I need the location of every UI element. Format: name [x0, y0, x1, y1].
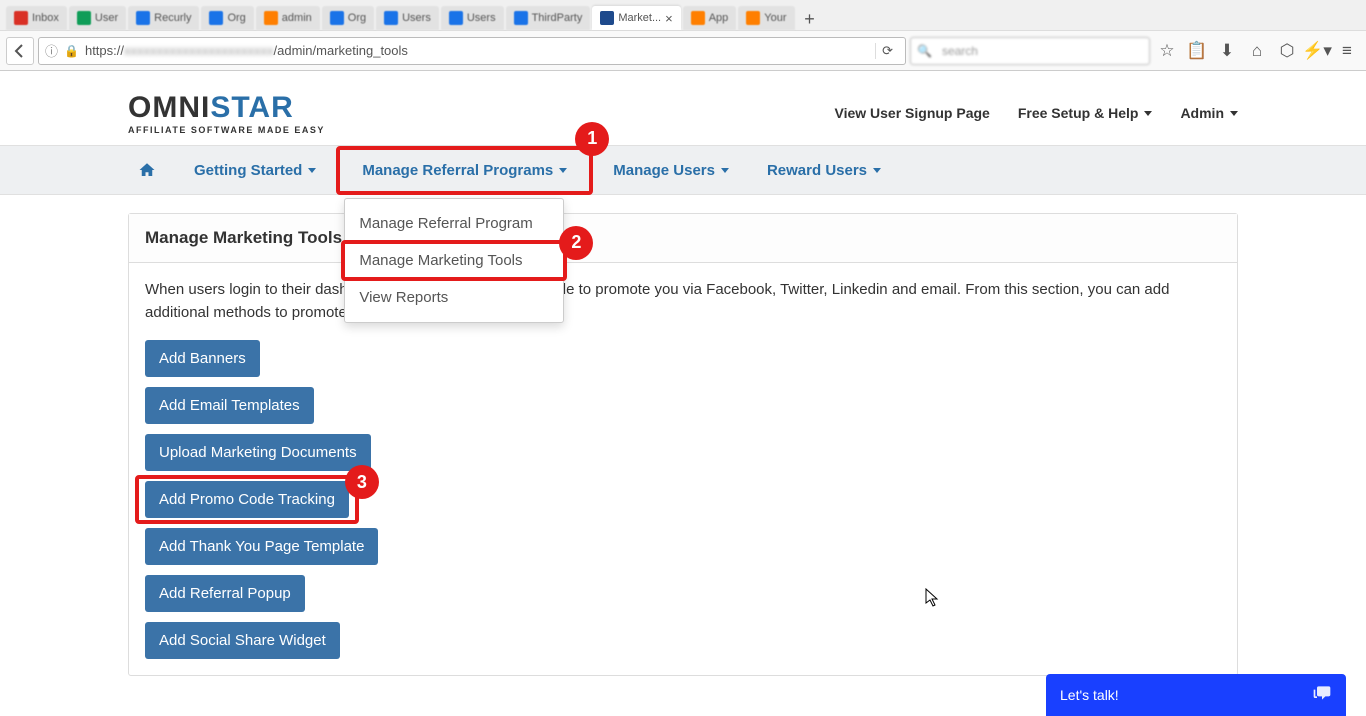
back-button[interactable] — [6, 37, 34, 65]
page-root: OMNISTAR AFFILIATE SOFTWARE MADE EASY Vi… — [0, 71, 1366, 676]
add-social-share-button[interactable]: Add Social Share Widget — [145, 622, 340, 659]
tab-favicon-icon — [77, 11, 91, 25]
tab-label: Inbox — [32, 12, 59, 24]
referral-dropdown: Manage Referral Program Manage Marketing… — [344, 198, 564, 323]
browser-tab[interactable]: Recurly — [128, 6, 199, 30]
browser-tab[interactable]: Your — [738, 6, 794, 30]
panel-description: When users login to their dashboard, by … — [145, 279, 1221, 324]
tab-favicon-icon — [209, 11, 223, 25]
browser-nav-bar: ⓘ 🔒 https://xxxxxxxxxxxxxxxxxxxxxxx/admi… — [0, 30, 1366, 70]
browser-tab[interactable]: App — [683, 6, 737, 30]
tab-label: admin — [282, 12, 312, 24]
download-icon[interactable]: ⬇ — [1214, 38, 1240, 64]
tab-favicon-icon — [264, 11, 278, 25]
tab-label: User — [95, 12, 118, 24]
browser-search-bar[interactable]: 🔍 search — [910, 37, 1150, 65]
add-promo-code-button[interactable]: Add Promo Code Tracking — [145, 481, 349, 518]
marketing-tools-panel: Manage Marketing Tools When users login … — [128, 213, 1238, 676]
tab-label: Market... — [618, 12, 661, 24]
browser-chrome: Inbox User Recurly Org admin Org Users Users Thi… — [0, 0, 1366, 71]
url-text: https://xxxxxxxxxxxxxxxxxxxxxxx/admin/ma… — [85, 43, 869, 58]
reload-icon[interactable]: ⟳ — [875, 43, 899, 59]
browser-tab[interactable]: Users — [376, 6, 439, 30]
nav-reward-users[interactable]: Reward Users — [757, 150, 891, 191]
tab-favicon-icon — [691, 11, 705, 25]
tab-label: Your — [764, 12, 786, 24]
tab-favicon-icon — [746, 11, 760, 25]
dd-manage-marketing-tools[interactable]: Manage Marketing Tools — [345, 242, 563, 279]
tab-label: Users — [402, 12, 431, 24]
tab-favicon-icon — [330, 11, 344, 25]
info-icon: ⓘ — [45, 41, 58, 60]
browser-tab[interactable]: Market... × — [592, 6, 680, 30]
nav-home-icon[interactable] — [128, 149, 166, 191]
clipboard-icon[interactable]: 📋 — [1184, 38, 1210, 64]
lock-icon: 🔒 — [64, 44, 79, 58]
browser-tab[interactable]: admin — [256, 6, 320, 30]
browser-tab[interactable]: User — [69, 6, 126, 30]
add-email-templates-button[interactable]: Add Email Templates — [145, 387, 314, 424]
chat-label: Let's talk! — [1060, 687, 1119, 703]
upload-marketing-docs-button[interactable]: Upload Marketing Documents — [145, 434, 371, 471]
tab-label: Org — [227, 12, 245, 24]
tab-favicon-icon — [14, 11, 28, 25]
puzzle-icon[interactable]: ⚡▾ — [1304, 38, 1330, 64]
nav-getting-started[interactable]: Getting Started — [184, 150, 326, 191]
content-area: Manage Marketing Tools When users login … — [113, 213, 1253, 676]
browser-tab[interactable]: ThirdParty — [506, 6, 591, 30]
new-tab-button[interactable]: + — [797, 9, 823, 30]
dd-view-reports[interactable]: View Reports — [345, 279, 563, 316]
nav-manage-users[interactable]: Manage Users — [603, 150, 739, 191]
add-banners-button[interactable]: Add Banners — [145, 340, 260, 377]
add-referral-popup-button[interactable]: Add Referral Popup — [145, 575, 305, 612]
tab-label: Users — [467, 12, 496, 24]
tab-favicon-icon — [449, 11, 463, 25]
tab-close-icon[interactable]: × — [665, 11, 673, 26]
top-header: OMNISTAR AFFILIATE SOFTWARE MADE EASY Vi… — [113, 71, 1253, 145]
button-stack: Add Banners Add Email Templates Upload M… — [145, 340, 1221, 659]
admin-link[interactable]: Admin — [1180, 105, 1238, 121]
tab-label: App — [709, 12, 729, 24]
menu-icon[interactable]: ≡ — [1334, 38, 1360, 64]
star-icon[interactable]: ☆ — [1154, 38, 1180, 64]
tab-label: ThirdParty — [532, 12, 583, 24]
tab-favicon-icon — [384, 11, 398, 25]
logo: OMNISTAR AFFILIATE SOFTWARE MADE EASY — [128, 91, 325, 135]
browser-tab[interactable]: Inbox — [6, 6, 67, 30]
view-signup-link[interactable]: View User Signup Page — [834, 105, 989, 121]
main-nav: Getting Started Manage Referral Programs… — [0, 145, 1366, 195]
browser-tab[interactable]: Org — [201, 6, 253, 30]
tab-label: Recurly — [154, 12, 191, 24]
home-icon[interactable]: ⌂ — [1244, 38, 1270, 64]
add-thank-you-button[interactable]: Add Thank You Page Template — [145, 528, 378, 565]
chat-icon — [1312, 683, 1332, 708]
tab-favicon-icon — [136, 11, 150, 25]
panel-heading: Manage Marketing Tools — [129, 214, 1237, 263]
chat-widget[interactable]: Let's talk! — [1046, 674, 1346, 716]
url-bar[interactable]: ⓘ 🔒 https://xxxxxxxxxxxxxxxxxxxxxxx/admi… — [38, 37, 906, 65]
tab-favicon-icon — [514, 11, 528, 25]
dd-manage-referral-program[interactable]: Manage Referral Program — [345, 205, 563, 242]
free-setup-link[interactable]: Free Setup & Help — [1018, 105, 1153, 121]
pocket-icon[interactable]: ⬡ — [1274, 38, 1300, 64]
browser-tab[interactable]: Users — [441, 6, 504, 30]
panel-body: When users login to their dashboard, by … — [129, 263, 1237, 675]
nav-manage-referral-wrap: Manage Referral Programs Manage Referral… — [344, 150, 585, 191]
tab-favicon-icon — [600, 11, 614, 25]
top-links: View User Signup Page Free Setup & Help … — [834, 105, 1238, 121]
nav-manage-referral[interactable]: Manage Referral Programs — [344, 150, 585, 191]
tab-strip: Inbox User Recurly Org admin Org Users Users Thi… — [0, 0, 1366, 30]
tab-label: Org — [348, 12, 366, 24]
browser-tab[interactable]: Org — [322, 6, 374, 30]
